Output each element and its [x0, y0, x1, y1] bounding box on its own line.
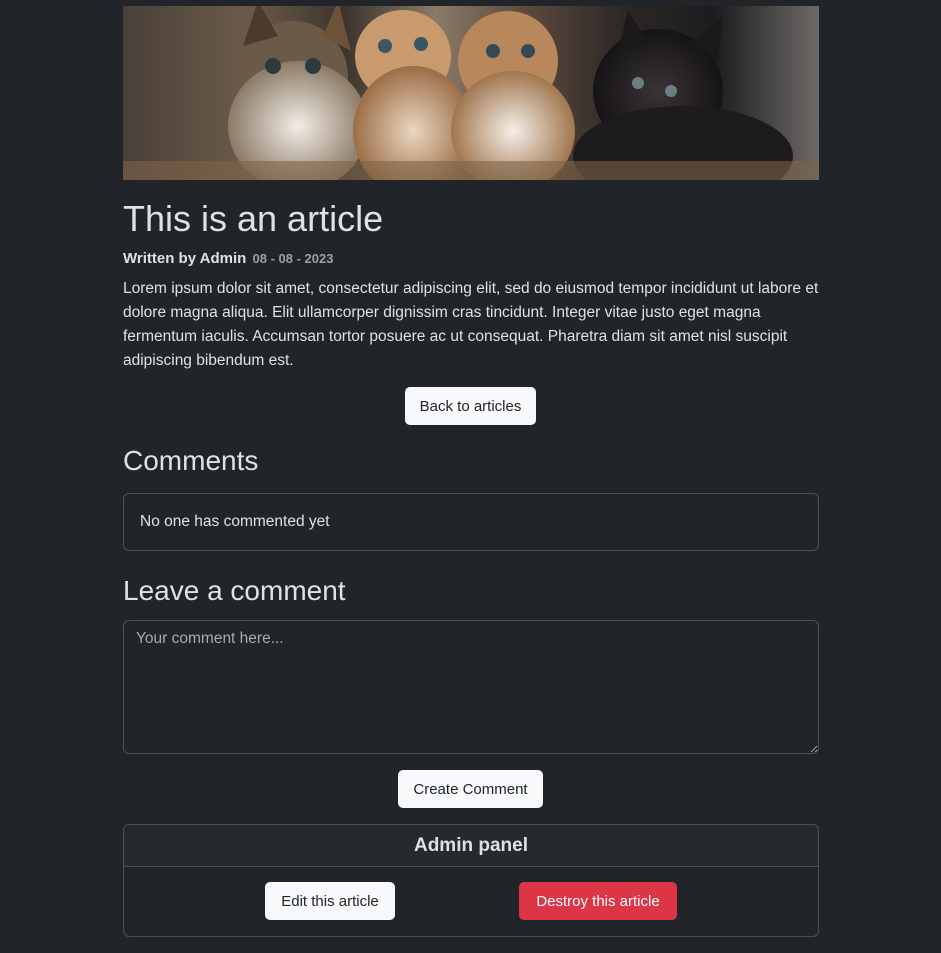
- comments-heading: Comments: [123, 445, 259, 476]
- article-author: Written by Admin: [123, 250, 247, 267]
- article-date: 08 - 08 - 2023: [252, 251, 334, 266]
- no-comments-text: No one has commented yet: [140, 513, 330, 530]
- comments-list: No one has commented yet: [123, 493, 819, 551]
- edit-article-button[interactable]: Edit this article: [265, 882, 395, 920]
- comment-textarea[interactable]: [123, 620, 819, 754]
- destroy-article-button[interactable]: Destroy this article: [519, 882, 677, 920]
- leave-comment-heading: Leave a comment: [123, 575, 346, 606]
- article-byline: Written by Admin 08 - 08 - 2023: [123, 249, 333, 269]
- article-body: Lorem ipsum dolor sit amet, consectetur …: [123, 280, 819, 369]
- kittens-photo: [123, 6, 819, 180]
- admin-panel-header: Admin panel: [124, 825, 818, 867]
- back-to-articles-button[interactable]: Back to articles: [405, 387, 536, 425]
- create-comment-button[interactable]: Create Comment: [398, 770, 543, 808]
- admin-panel: Admin panel Edit this article Destroy th…: [123, 824, 819, 937]
- article-hero-image: [123, 6, 819, 180]
- article-title: This is an article: [123, 198, 384, 239]
